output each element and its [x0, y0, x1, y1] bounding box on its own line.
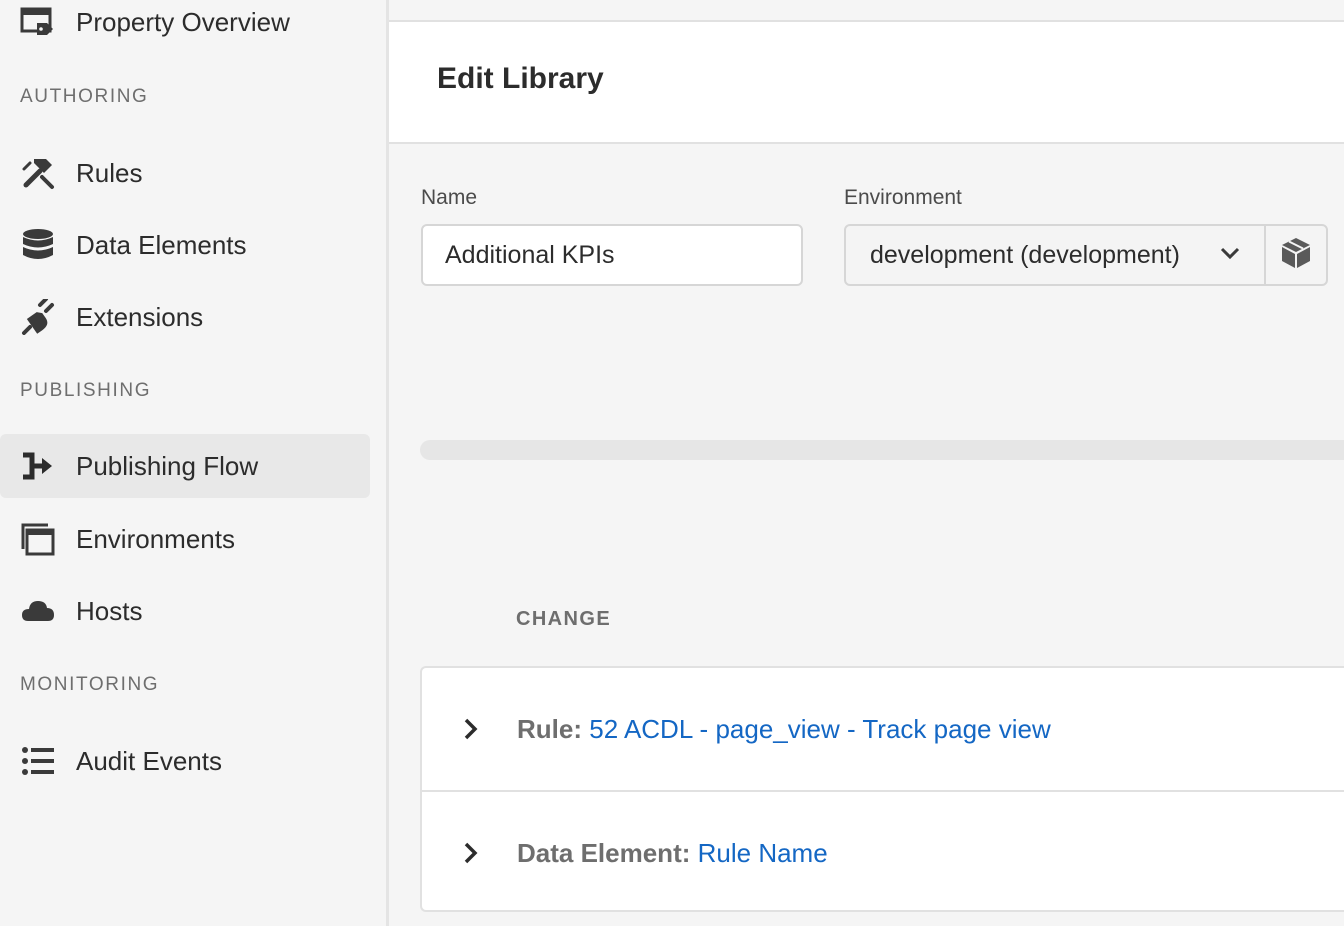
section-authoring: AUTHORING: [20, 86, 149, 107]
chevron-right-icon[interactable]: [462, 717, 482, 741]
sidebar-item-publishing-flow[interactable]: Publishing Flow: [0, 434, 370, 498]
sidebar: Property Overview AUTHORING Rules Data E…: [0, 0, 389, 926]
environment-select[interactable]: development (development): [844, 224, 1266, 286]
rules-icon: [20, 155, 56, 191]
change-row-text: Data Element: Rule Name: [517, 838, 828, 869]
chevron-right-icon[interactable]: [462, 841, 482, 865]
chevron-down-icon: [1220, 246, 1240, 265]
change-column-header: CHANGE: [516, 608, 612, 630]
sidebar-item-environments[interactable]: Environments: [0, 507, 370, 571]
change-link[interactable]: Rule Name: [698, 838, 828, 868]
sidebar-item-hosts[interactable]: Hosts: [0, 579, 370, 643]
sidebar-item-label: Environments: [76, 523, 235, 554]
top-strip: [389, 0, 1344, 22]
sidebar-item-extensions[interactable]: Extensions: [0, 285, 370, 349]
sidebar-item-label: Publishing Flow: [76, 450, 259, 481]
sidebar-item-label: Rules: [76, 157, 143, 188]
change-row-text: Rule: 52 ACDL - page_view - Track page v…: [517, 714, 1051, 745]
environments-icon: [20, 521, 56, 557]
change-kind: Data Element:: [517, 837, 691, 868]
cloud-icon: [20, 593, 56, 629]
environment-package-button[interactable]: [1264, 224, 1328, 286]
sidebar-item-property-overview[interactable]: Property Overview: [0, 0, 370, 54]
progress-track: [420, 440, 1344, 460]
main-panel: Edit Library Name Environment developmen…: [389, 0, 1344, 926]
name-input[interactable]: [421, 224, 803, 286]
environment-label: Environment: [844, 186, 962, 209]
name-label: Name: [421, 186, 478, 209]
sidebar-item-label: Hosts: [76, 595, 143, 626]
sidebar-item-label: Data Elements: [76, 229, 247, 260]
section-monitoring: MONITORING: [20, 674, 160, 695]
change-link[interactable]: 52 ACDL - page_view - Track page view: [589, 714, 1051, 744]
sidebar-item-rules[interactable]: Rules: [0, 141, 370, 205]
page-title: Edit Library: [437, 62, 604, 95]
property-overview-icon: [20, 4, 56, 40]
sidebar-item-data-elements[interactable]: Data Elements: [0, 213, 370, 277]
changes-table: Rule: 52 ACDL - page_view - Track page v…: [420, 666, 1344, 912]
cube-icon: [1279, 236, 1313, 275]
table-row: Rule: 52 ACDL - page_view - Track page v…: [422, 668, 1344, 790]
table-row: Data Element: Rule Name: [422, 790, 1344, 914]
change-kind: Rule:: [517, 713, 582, 744]
page-header: Edit Library: [389, 22, 1344, 144]
sidebar-item-audit-events[interactable]: Audit Events: [0, 729, 370, 793]
sidebar-item-label: Audit Events: [76, 745, 222, 776]
publishing-flow-icon: [20, 448, 56, 484]
environment-value: development (development): [870, 240, 1180, 269]
section-publishing: PUBLISHING: [20, 380, 152, 401]
plug-icon: [20, 299, 56, 335]
sidebar-item-label: Extensions: [76, 301, 204, 332]
database-icon: [20, 227, 56, 263]
sidebar-item-label: Property Overview: [76, 6, 290, 37]
list-icon: [20, 743, 56, 779]
